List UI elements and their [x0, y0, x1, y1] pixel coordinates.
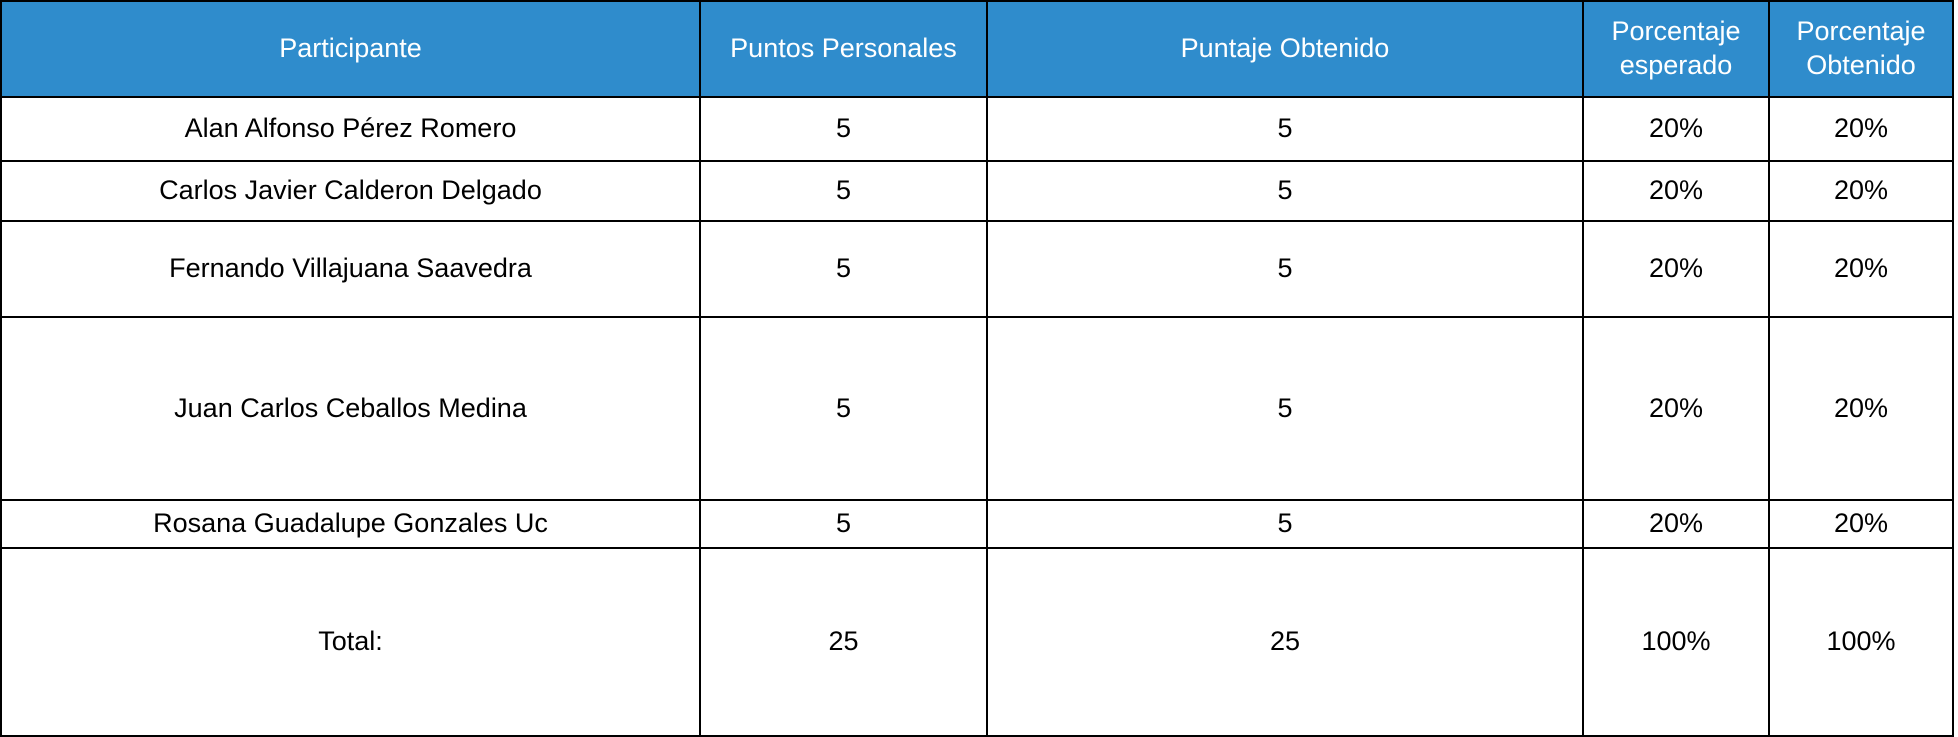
cell-esperado[interactable]: 20% — [1582, 220, 1770, 318]
cell-obtenido[interactable]: 20% — [1768, 96, 1954, 162]
cell-puntos[interactable]: 5 — [699, 316, 988, 501]
total-obtenido[interactable]: 100% — [1768, 547, 1954, 737]
header-porcentaje-obtenido-line2: Obtenido — [1806, 50, 1916, 80]
cell-puntaje[interactable]: 5 — [986, 316, 1584, 501]
table-row: Alan Alfonso Pérez Romero 5 5 20% 20% — [0, 96, 1954, 162]
header-porcentaje-esperado-line2: esperado — [1619, 50, 1733, 80]
header-puntos-personales[interactable]: Puntos Personales — [699, 0, 988, 98]
total-puntos[interactable]: 25 — [699, 547, 988, 737]
table-row: Fernando Villajuana Saavedra 5 5 20% 20% — [0, 220, 1954, 318]
cell-esperado[interactable]: 20% — [1582, 499, 1770, 549]
table-row: Rosana Guadalupe Gonzales Uc 5 5 20% 20% — [0, 499, 1954, 549]
header-puntaje-obtenido[interactable]: Puntaje Obtenido — [986, 0, 1584, 98]
header-porcentaje-esperado-line1: Porcentaje — [1611, 16, 1741, 47]
cell-esperado[interactable]: 20% — [1582, 96, 1770, 162]
cell-puntos[interactable]: 5 — [699, 160, 988, 222]
cell-esperado[interactable]: 20% — [1582, 160, 1770, 222]
cell-obtenido[interactable]: 20% — [1768, 160, 1954, 222]
cell-puntaje[interactable]: 5 — [986, 96, 1584, 162]
cell-puntaje[interactable]: 5 — [986, 160, 1584, 222]
cell-participante[interactable]: Alan Alfonso Pérez Romero — [0, 96, 701, 162]
cell-participante[interactable]: Rosana Guadalupe Gonzales Uc — [0, 499, 701, 549]
cell-participante[interactable]: Carlos Javier Calderon Delgado — [0, 160, 701, 222]
cell-puntos[interactable]: 5 — [699, 96, 988, 162]
header-row: Participante Puntos Personales Puntaje O… — [0, 0, 1954, 98]
header-porcentaje-obtenido-line1: Porcentaje — [1796, 16, 1926, 47]
table-row: Juan Carlos Ceballos Medina 5 5 20% 20% — [0, 316, 1954, 501]
cell-puntaje[interactable]: 5 — [986, 499, 1584, 549]
cell-puntos[interactable]: 5 — [699, 499, 988, 549]
header-porcentaje-obtenido[interactable]: Porcentaje Obtenido — [1768, 0, 1954, 98]
cell-obtenido[interactable]: 20% — [1768, 316, 1954, 501]
total-puntaje[interactable]: 25 — [986, 547, 1584, 737]
results-table: Participante Puntos Personales Puntaje O… — [0, 0, 1954, 737]
total-esperado[interactable]: 100% — [1582, 547, 1770, 737]
cell-esperado[interactable]: 20% — [1582, 316, 1770, 501]
cell-obtenido[interactable]: 20% — [1768, 499, 1954, 549]
cell-puntaje[interactable]: 5 — [986, 220, 1584, 318]
total-row: Total: 25 25 100% 100% — [0, 547, 1954, 737]
cell-puntos[interactable]: 5 — [699, 220, 988, 318]
table-row: Carlos Javier Calderon Delgado 5 5 20% 2… — [0, 160, 1954, 222]
total-label[interactable]: Total: — [0, 547, 701, 737]
header-participante[interactable]: Participante — [0, 0, 701, 98]
cell-participante[interactable]: Fernando Villajuana Saavedra — [0, 220, 701, 318]
header-porcentaje-esperado[interactable]: Porcentaje esperado — [1582, 0, 1770, 98]
cell-participante[interactable]: Juan Carlos Ceballos Medina — [0, 316, 701, 501]
cell-obtenido[interactable]: 20% — [1768, 220, 1954, 318]
